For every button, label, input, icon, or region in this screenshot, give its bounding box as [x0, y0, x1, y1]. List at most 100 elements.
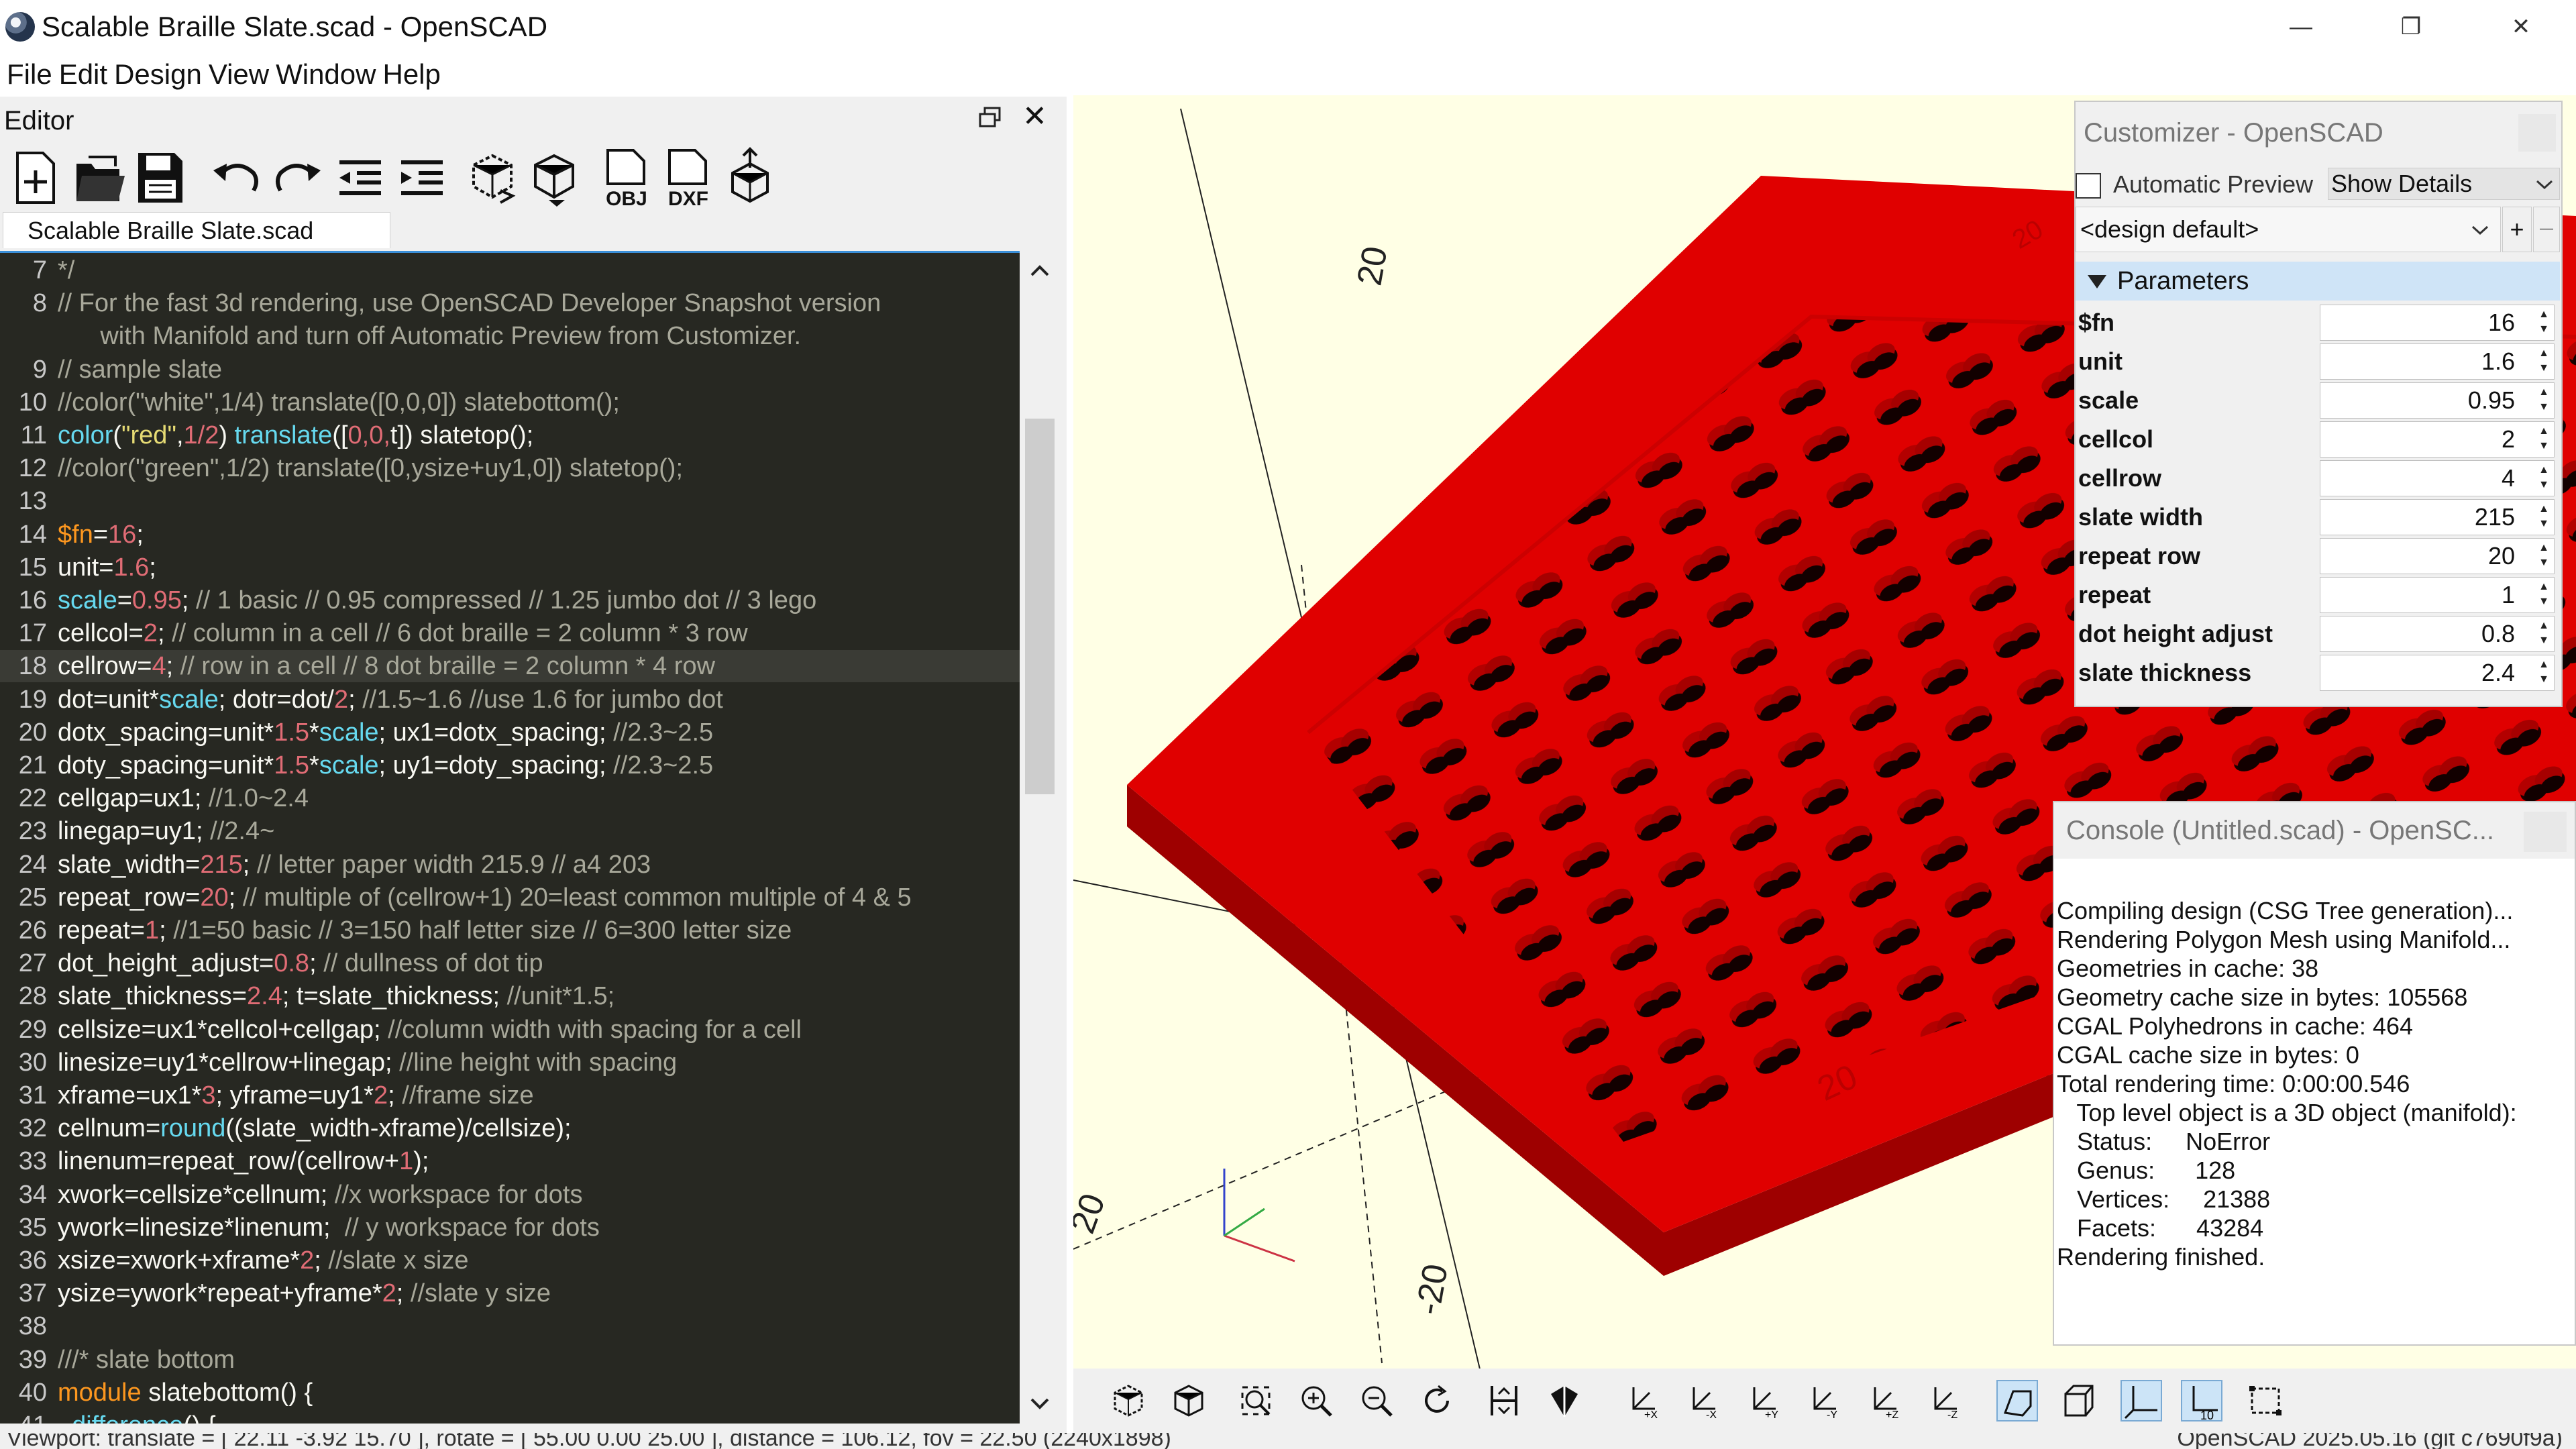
spinner-arrows-icon[interactable]: ▲ ▼: [2536, 580, 2551, 610]
code-line[interactable]: 22 cellgap=ux1; //1.0~2.4: [0, 782, 1020, 814]
code-line[interactable]: 35 ywork=linesize*linenum; // y workspace…: [0, 1212, 1020, 1244]
code-line[interactable]: 12 //color("green",1/2) translate([0,ysiz…: [0, 452, 1020, 484]
orthogonal-camera-icon[interactable]: [2056, 1379, 2099, 1422]
parameter-spinbox[interactable]: 1 ▲ ▼: [2320, 577, 2555, 613]
code-line[interactable]: 8 // For the fast 3d rendering, use OpenS…: [0, 287, 1020, 319]
console-close-button[interactable]: [2524, 812, 2567, 852]
scale-markers-icon[interactable]: 10: [2180, 1379, 2223, 1422]
code-line[interactable]: 27 dot_height_adjust=0.8; // dullness of …: [0, 947, 1020, 979]
code-line[interactable]: 38: [0, 1310, 1020, 1342]
code-line[interactable]: 19 dot=unit*scale; dotr=dot/2; //1.5~1.6 …: [0, 684, 1020, 716]
reset-view-icon[interactable]: [1415, 1379, 1458, 1422]
spinner-arrows-icon[interactable]: ▲ ▼: [2536, 346, 2551, 377]
code-line[interactable]: 39 ///* slate bottom: [0, 1344, 1020, 1376]
parameter-spinbox[interactable]: 2 ▲ ▼: [2320, 421, 2555, 458]
parameter-spinbox[interactable]: 20 ▲ ▼: [2320, 538, 2555, 574]
show-axes-icon[interactable]: [1483, 1379, 1525, 1422]
code-line[interactable]: 30 linesize=uy1*cellrow+linegap; //line h…: [0, 1046, 1020, 1079]
parameter-spinbox[interactable]: 16 ▲ ▼: [2320, 305, 2555, 341]
undo-icon[interactable]: [207, 144, 266, 211]
code-line[interactable]: 10 //color("white",1/4) translate([0,0,0]…: [0, 386, 1020, 419]
perspective-icon[interactable]: [1543, 1379, 1586, 1422]
view-all-icon[interactable]: [1234, 1379, 1277, 1422]
code-line[interactable]: 41 difference() {: [0, 1409, 1020, 1424]
code-line[interactable]: 14 $fn=16;: [0, 519, 1020, 551]
parameter-spinbox[interactable]: 4 ▲ ▼: [2320, 460, 2555, 496]
editor-scrollbar[interactable]: [1020, 251, 1060, 1424]
code-line[interactable]: 16 scale=0.95; // 1 basic // 0.95 compres…: [0, 584, 1020, 616]
parameters-section-header[interactable]: Parameters: [2076, 262, 2560, 301]
indent-icon[interactable]: [392, 144, 451, 211]
menu-design[interactable]: Design: [111, 55, 205, 95]
perspective-camera-icon[interactable]: [1996, 1379, 2039, 1422]
code-line[interactable]: 20 dotx_spacing=unit*1.5*scale; ux1=dotx_…: [0, 716, 1020, 749]
code-line[interactable]: 7 */: [0, 254, 1020, 286]
code-line[interactable]: 36 xsize=xwork+xframe*2; //slate x size: [0, 1244, 1020, 1277]
spinner-arrows-icon[interactable]: ▲ ▼: [2536, 463, 2551, 494]
export-obj-icon[interactable]: OBJ: [597, 144, 656, 211]
menu-file[interactable]: File: [0, 55, 56, 95]
parameter-spinbox[interactable]: 2.4 ▲ ▼: [2320, 655, 2555, 691]
restore-button[interactable]: ❐: [2357, 0, 2465, 54]
code-line[interactable]: 25 repeat_row=20; // multiple of (cellrow…: [0, 881, 1020, 914]
menu-view[interactable]: View: [205, 55, 272, 95]
code-line[interactable]: 33 linenum=repeat_row/(cellrow+1);: [0, 1145, 1020, 1177]
scroll-up-icon[interactable]: [1020, 251, 1060, 291]
render-icon[interactable]: [525, 144, 584, 211]
save-icon[interactable]: [130, 144, 189, 211]
axes-toggle-icon[interactable]: [2120, 1379, 2163, 1422]
code-line[interactable]: 23 linegap=uy1; //2.4~: [0, 815, 1020, 847]
export-3d-icon[interactable]: [720, 144, 780, 211]
code-line[interactable]: 13: [0, 485, 1020, 517]
menu-edit[interactable]: Edit: [56, 55, 111, 95]
code-line[interactable]: 21 doty_spacing=unit*1.5*scale; uy1=doty_…: [0, 749, 1020, 782]
code-line[interactable]: 28 slate_thickness=2.4; t=slate_thickness…: [0, 980, 1020, 1012]
close-panel-button[interactable]: ✕: [1022, 101, 1047, 133]
parameter-spinbox[interactable]: 0.8 ▲ ▼: [2320, 616, 2555, 652]
minimize-button[interactable]: —: [2247, 0, 2355, 54]
redo-icon[interactable]: [268, 144, 327, 211]
code-line[interactable]: 32 cellnum=round((slate_width-xframe)/cel…: [0, 1112, 1020, 1144]
spinner-arrows-icon[interactable]: ▲ ▼: [2536, 619, 2551, 649]
code-line[interactable]: 18 cellrow=4; // row in a cell // 8 dot b…: [0, 650, 1020, 683]
code-line[interactable]: 34 xwork=cellsize*cellnum; //x workspace …: [0, 1179, 1020, 1211]
scroll-thumb[interactable]: [1025, 419, 1055, 794]
preview-icon[interactable]: [1107, 1379, 1150, 1422]
export-dxf-icon[interactable]: DXF: [659, 144, 718, 211]
float-panel-button[interactable]: [978, 106, 1002, 129]
code-line[interactable]: 29 cellsize=ux1*cellcol+cellgap; //column…: [0, 1014, 1020, 1046]
spinner-arrows-icon[interactable]: ▲ ▼: [2536, 502, 2551, 533]
open-file-icon[interactable]: [68, 144, 127, 211]
code-line[interactable]: 15 unit=1.6;: [0, 551, 1020, 584]
code-line[interactable]: with Manifold and turn off Automatic Pre…: [0, 320, 1020, 352]
new-file-icon[interactable]: [7, 144, 66, 211]
remove-preset-button[interactable]: –: [2533, 207, 2560, 252]
spinner-arrows-icon[interactable]: ▲ ▼: [2536, 424, 2551, 455]
close-button[interactable]: ✕: [2467, 0, 2575, 54]
tab-scalable-braille-slate[interactable]: Scalable Braille Slate.scad: [3, 212, 390, 248]
code-line[interactable]: 11 color("red",1/2) translate([0,0,t]) sl…: [0, 419, 1020, 451]
preset-select[interactable]: <design default>: [2076, 207, 2501, 252]
spinner-arrows-icon[interactable]: ▲ ▼: [2536, 541, 2551, 572]
unindent-icon[interactable]: [330, 144, 389, 211]
automatic-preview-checkbox[interactable]: [2076, 173, 2101, 199]
view-bottom-icon[interactable]: -Z: [1922, 1379, 1965, 1422]
parameter-spinbox[interactable]: 1.6 ▲ ▼: [2320, 343, 2555, 380]
view-right-icon[interactable]: +X: [1620, 1379, 1663, 1422]
view-back-icon[interactable]: +Y: [1741, 1379, 1784, 1422]
code-editor[interactable]: 7 */ 8 // For the fast 3d rendering, use Op…: [0, 251, 1020, 1424]
spinner-arrows-icon[interactable]: ▲ ▼: [2536, 307, 2551, 338]
parameter-spinbox[interactable]: 215 ▲ ▼: [2320, 499, 2555, 535]
code-line[interactable]: 37 ysize=ywork*repeat+yframe*2; //slate y…: [0, 1277, 1020, 1309]
scroll-down-icon[interactable]: [1020, 1383, 1060, 1424]
view-front-icon[interactable]: -Y: [1801, 1379, 1844, 1422]
code-line[interactable]: 31 xframe=ux1*3; yframe=uy1*2; //frame si…: [0, 1079, 1020, 1112]
zoom-in-icon[interactable]: [1295, 1379, 1338, 1422]
menu-help[interactable]: Help: [379, 55, 443, 95]
code-line[interactable]: 9 // sample slate: [0, 354, 1020, 386]
render-icon[interactable]: [1167, 1379, 1210, 1422]
parameter-spinbox[interactable]: 0.95 ▲ ▼: [2320, 382, 2555, 419]
code-line[interactable]: 26 repeat=1; //1=50 basic // 3=150 half l…: [0, 914, 1020, 947]
preview-icon[interactable]: [463, 144, 522, 211]
code-line[interactable]: 17 cellcol=2; // column in a cell // 6 do…: [0, 617, 1020, 649]
